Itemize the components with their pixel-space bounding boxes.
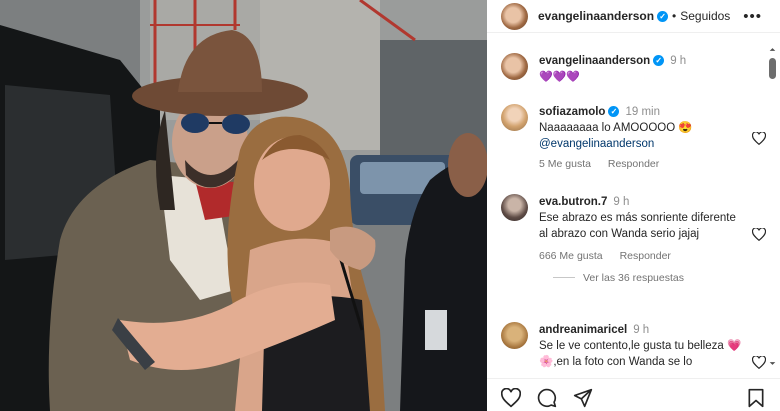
post-header: evangelinaanderson ✓ • Seguidos •••	[487, 0, 780, 33]
scroll-up-icon[interactable]	[769, 46, 776, 53]
separator-dot: •	[672, 9, 677, 23]
comment-item: sofiazamolo ✓ 19 min Naaaaaaaa lo AMOOOOO …	[501, 104, 766, 170]
ellipsis-icon[interactable]: •••	[743, 8, 762, 25]
view-replies-label[interactable]: Ver las 36 respuestas	[583, 272, 684, 284]
comment-item: andreanimaricel 9 h Se le ve contento,le …	[501, 322, 766, 370]
post-photo[interactable]	[0, 0, 487, 411]
comment-meta: 666 Me gusta Responder	[539, 250, 756, 262]
comment-item: eva.butron.7 9 h Ese abrazo es más sonrie…	[501, 194, 766, 284]
comment-username[interactable]: sofiazamolo	[539, 106, 605, 118]
comment-meta: 5 Me gusta Responder	[539, 158, 756, 170]
following-button[interactable]: Seguidos	[680, 9, 730, 23]
comment-text: Ese abrazo es más sonriente diferente al…	[539, 212, 736, 240]
share-icon[interactable]	[573, 388, 593, 408]
commenter-avatar[interactable]	[501, 104, 528, 131]
comment-time[interactable]: 9 h	[633, 324, 649, 336]
comment-mention-link[interactable]: @evangelinaanderson	[539, 136, 756, 152]
heart-icon[interactable]	[501, 388, 521, 408]
comment-time[interactable]: 9 h	[613, 196, 629, 208]
verified-badge-icon: ✓	[657, 10, 669, 22]
caption-item: evangelinaanderson ✓ 9 h 💜💜💜	[501, 53, 756, 85]
comments-panel: evangelinaanderson ✓ • Seguidos ••• evan…	[487, 0, 780, 411]
scroll-down-icon[interactable]	[769, 360, 776, 367]
action-bar	[487, 378, 780, 411]
comment-likes[interactable]: 666 Me gusta	[539, 250, 603, 262]
comment-username[interactable]: andreanimaricel	[539, 324, 627, 336]
commenter-avatar[interactable]	[501, 322, 528, 349]
author-avatar[interactable]	[501, 2, 528, 30]
replies-divider	[553, 277, 575, 278]
comment-text: Se le ve contento,le gusta tu belleza 💗🌸…	[539, 340, 742, 368]
heart-icon[interactable]	[752, 132, 766, 145]
heart-icon[interactable]	[752, 228, 766, 241]
caption-avatar[interactable]	[501, 53, 528, 80]
commenter-avatar[interactable]	[501, 194, 528, 221]
comment-username[interactable]: eva.butron.7	[539, 196, 607, 208]
verified-badge-icon: ✓	[608, 106, 620, 117]
comment-likes[interactable]: 5 Me gusta	[539, 158, 591, 170]
reply-button[interactable]: Responder	[620, 250, 671, 262]
heart-icon[interactable]	[752, 356, 766, 369]
caption-username[interactable]: evangelinaanderson	[539, 55, 650, 67]
verified-badge-icon: ✓	[653, 55, 665, 66]
comment-text: Naaaaaaaa lo AMOOOOO 😍	[539, 122, 693, 134]
author-username[interactable]: evangelinaanderson	[538, 9, 654, 23]
photo-illustration	[0, 0, 487, 411]
comment-time[interactable]: 19 min	[625, 106, 660, 118]
reply-button[interactable]: Responder	[608, 158, 659, 170]
view-replies-button[interactable]: Ver las 36 respuestas	[553, 272, 756, 284]
caption-text: 💜💜💜	[539, 71, 581, 83]
scrollbar-thumb[interactable]	[769, 58, 776, 79]
comments-list[interactable]: evangelinaanderson ✓ 9 h 💜💜💜 sofiazamolo ✓ 1…	[487, 40, 780, 372]
bookmark-icon[interactable]	[746, 388, 766, 408]
comment-icon[interactable]	[537, 388, 557, 408]
caption-time[interactable]: 9 h	[670, 55, 686, 67]
